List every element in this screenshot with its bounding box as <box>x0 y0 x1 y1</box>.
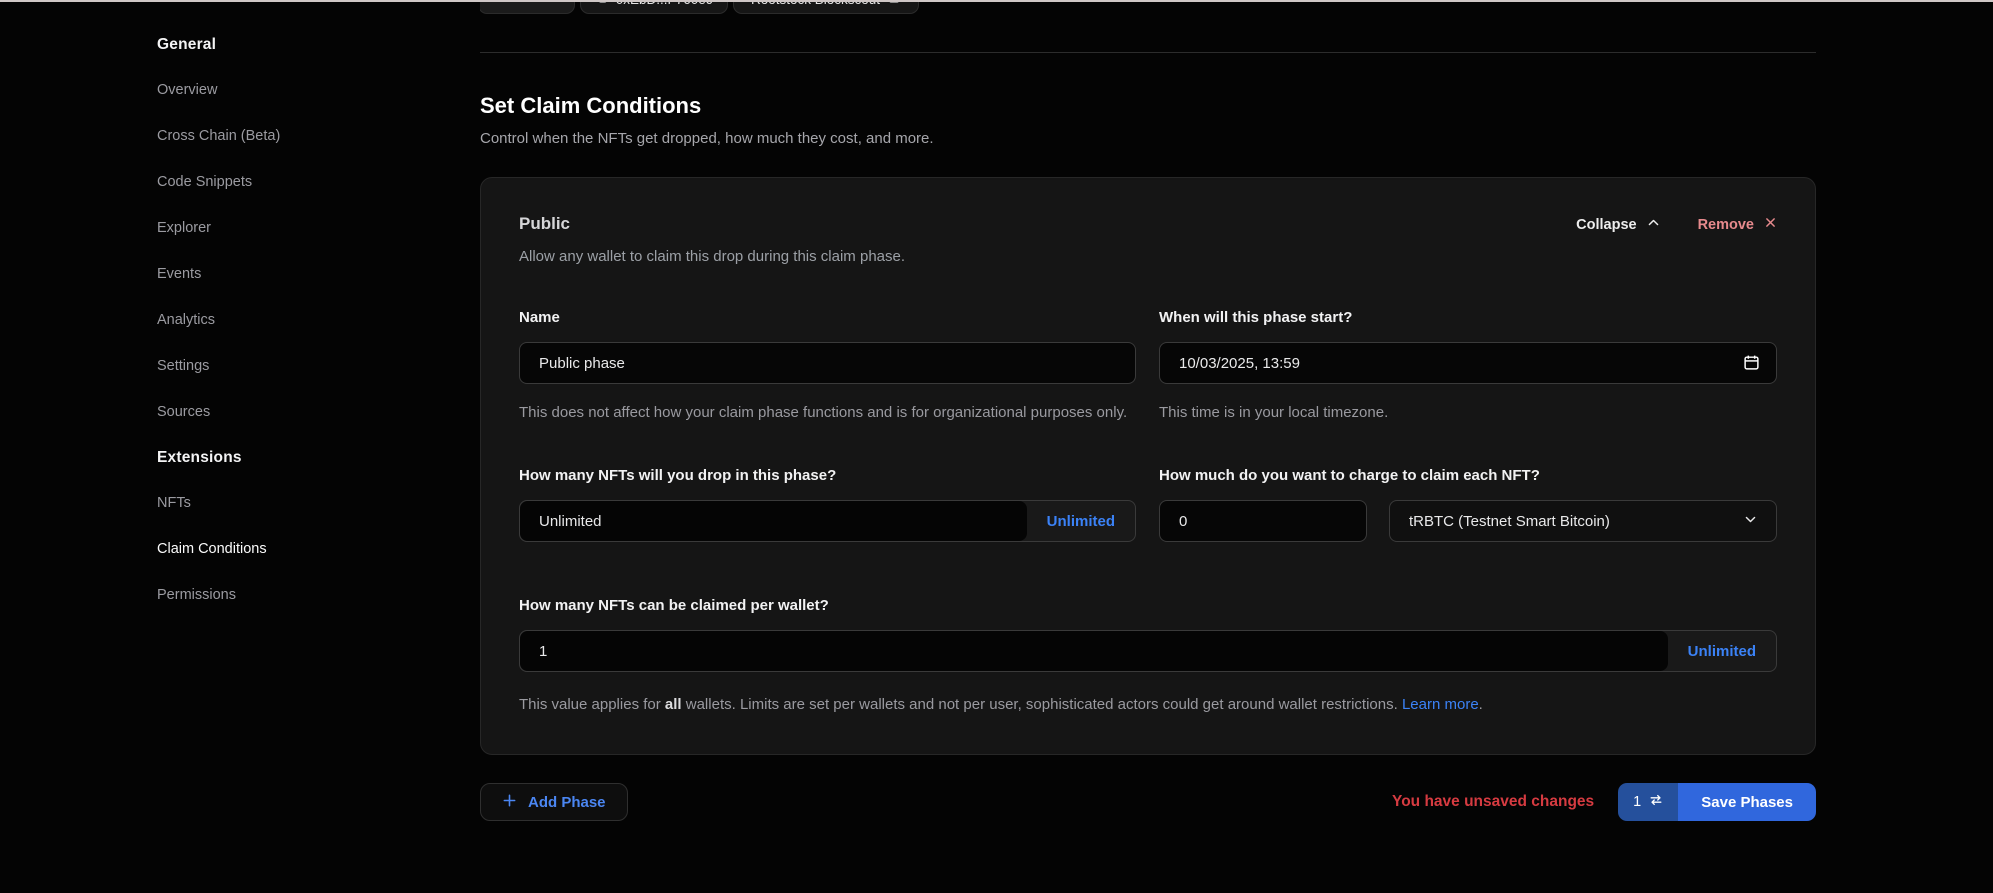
top-edge-strip <box>0 0 1993 2</box>
save-area: You have unsaved changes 1 Save Phases <box>1392 783 1816 821</box>
add-phase-label: Add Phase <box>528 794 606 811</box>
section-divider <box>480 52 1816 53</box>
phase-card-titles: Public Allow any wallet to claim this dr… <box>519 214 905 265</box>
supply-input[interactable] <box>520 501 1027 541</box>
supply-unlimited-button[interactable]: Unlimited <box>1027 501 1135 541</box>
phases-footer: Add Phase You have unsaved changes 1 Sav… <box>480 783 1816 821</box>
add-phase-button[interactable]: Add Phase <box>480 783 628 821</box>
phase-form: Name This does not affect how your claim… <box>519 309 1777 542</box>
topbar-partial-button[interactable] <box>480 0 575 14</box>
learn-more-link[interactable]: Learn more <box>1402 696 1479 713</box>
sidebar-section-extensions: Extensions NFTs Claim Conditions Permiss… <box>157 449 447 604</box>
price-field: How much do you want to charge to claim … <box>1159 467 1777 542</box>
name-label: Name <box>519 309 1136 326</box>
per-wallet-helper: This value applies for all wallets. Limi… <box>519 690 1759 720</box>
sidebar-item-explorer[interactable]: Explorer <box>157 219 447 237</box>
start-time-label: When will this phase start? <box>1159 309 1777 326</box>
per-wallet-helper-text: This value applies for <box>519 696 665 713</box>
collapse-button-label: Collapse <box>1576 217 1636 233</box>
sidebar-section-general: General Overview Cross Chain (Beta) Code… <box>157 36 447 421</box>
unsaved-changes-text: You have unsaved changes <box>1392 793 1594 811</box>
per-wallet-helper-period: . <box>1479 696 1483 713</box>
name-helper: This does not affect how your claim phas… <box>519 401 1136 425</box>
transaction-count: 1 <box>1633 794 1641 810</box>
price-amount-input[interactable] <box>1159 500 1367 542</box>
page-subtitle: Control when the NFTs get dropped, how m… <box>480 130 1816 147</box>
chevron-down-icon <box>1744 513 1757 530</box>
phase-card-header: Public Allow any wallet to claim this dr… <box>519 214 1777 265</box>
transaction-count-button[interactable]: 1 <box>1618 783 1678 821</box>
price-label: How much do you want to charge to claim … <box>1159 467 1777 484</box>
sidebar-item-sources[interactable]: Sources <box>157 403 447 421</box>
phase-description: Allow any wallet to claim this drop duri… <box>519 248 905 265</box>
currency-select[interactable]: tRBTC (Testnet Smart Bitcoin) <box>1389 500 1777 542</box>
main-content: 0xEbD...F760e9 Rootstock Blockscout Set … <box>480 0 1816 821</box>
per-wallet-input[interactable] <box>520 631 1668 671</box>
sidebar-item-events[interactable]: Events <box>157 265 447 283</box>
per-wallet-helper-bold: all <box>665 696 682 713</box>
sidebar-heading-extensions: Extensions <box>157 449 447 467</box>
sidebar-item-analytics[interactable]: Analytics <box>157 311 447 329</box>
remove-button[interactable]: Remove <box>1698 216 1777 233</box>
close-icon <box>1764 216 1777 233</box>
save-split-button: 1 Save Phases <box>1618 783 1816 821</box>
start-time-helper: This time is in your local timezone. <box>1159 401 1777 425</box>
contract-topbar: 0xEbD...F760e9 Rootstock Blockscout <box>480 0 1816 14</box>
page-title: Set Claim Conditions <box>480 93 1816 119</box>
sidebar-item-permissions[interactable]: Permissions <box>157 586 447 604</box>
per-wallet-field: How many NFTs can be claimed per wallet?… <box>519 597 1777 720</box>
contract-address-button[interactable]: 0xEbD...F760e9 <box>580 0 728 14</box>
per-wallet-unlimited-button[interactable]: Unlimited <box>1668 631 1776 671</box>
swap-arrows-icon <box>1649 793 1663 811</box>
sidebar-heading-general: General <box>157 36 447 54</box>
sidebar-item-code-snippets[interactable]: Code Snippets <box>157 173 447 191</box>
supply-field: How many NFTs will you drop in this phas… <box>519 467 1136 542</box>
save-phases-button[interactable]: Save Phases <box>1678 783 1816 821</box>
per-wallet-label: How many NFTs can be claimed per wallet? <box>519 597 1777 614</box>
name-field: Name This does not affect how your claim… <box>519 309 1136 425</box>
sidebar: General Overview Cross Chain (Beta) Code… <box>157 36 447 632</box>
currency-selected-value: tRBTC (Testnet Smart Bitcoin) <box>1409 513 1610 530</box>
start-time-field: When will this phase start? This time is… <box>1159 309 1777 425</box>
explorer-link-button[interactable]: Rootstock Blockscout <box>733 0 919 14</box>
sidebar-item-overview[interactable]: Overview <box>157 81 447 99</box>
collapse-button[interactable]: Collapse <box>1576 216 1659 233</box>
chevron-up-icon <box>1647 216 1660 233</box>
claim-phase-card: Public Allow any wallet to claim this dr… <box>480 177 1816 755</box>
name-input[interactable] <box>519 342 1136 384</box>
plus-icon <box>502 793 517 812</box>
sidebar-item-settings[interactable]: Settings <box>157 357 447 375</box>
remove-button-label: Remove <box>1698 217 1754 233</box>
sidebar-item-nfts[interactable]: NFTs <box>157 494 447 512</box>
start-time-input[interactable] <box>1159 342 1777 384</box>
calendar-icon[interactable] <box>1743 354 1760 376</box>
supply-label: How many NFTs will you drop in this phas… <box>519 467 1136 484</box>
phase-title: Public <box>519 214 905 234</box>
per-wallet-helper-rest: wallets. Limits are set per wallets and … <box>682 696 1402 713</box>
sidebar-item-claim-conditions[interactable]: Claim Conditions <box>157 540 447 558</box>
phase-card-actions: Collapse Remove <box>1576 214 1777 233</box>
sidebar-item-cross-chain[interactable]: Cross Chain (Beta) <box>157 127 447 145</box>
